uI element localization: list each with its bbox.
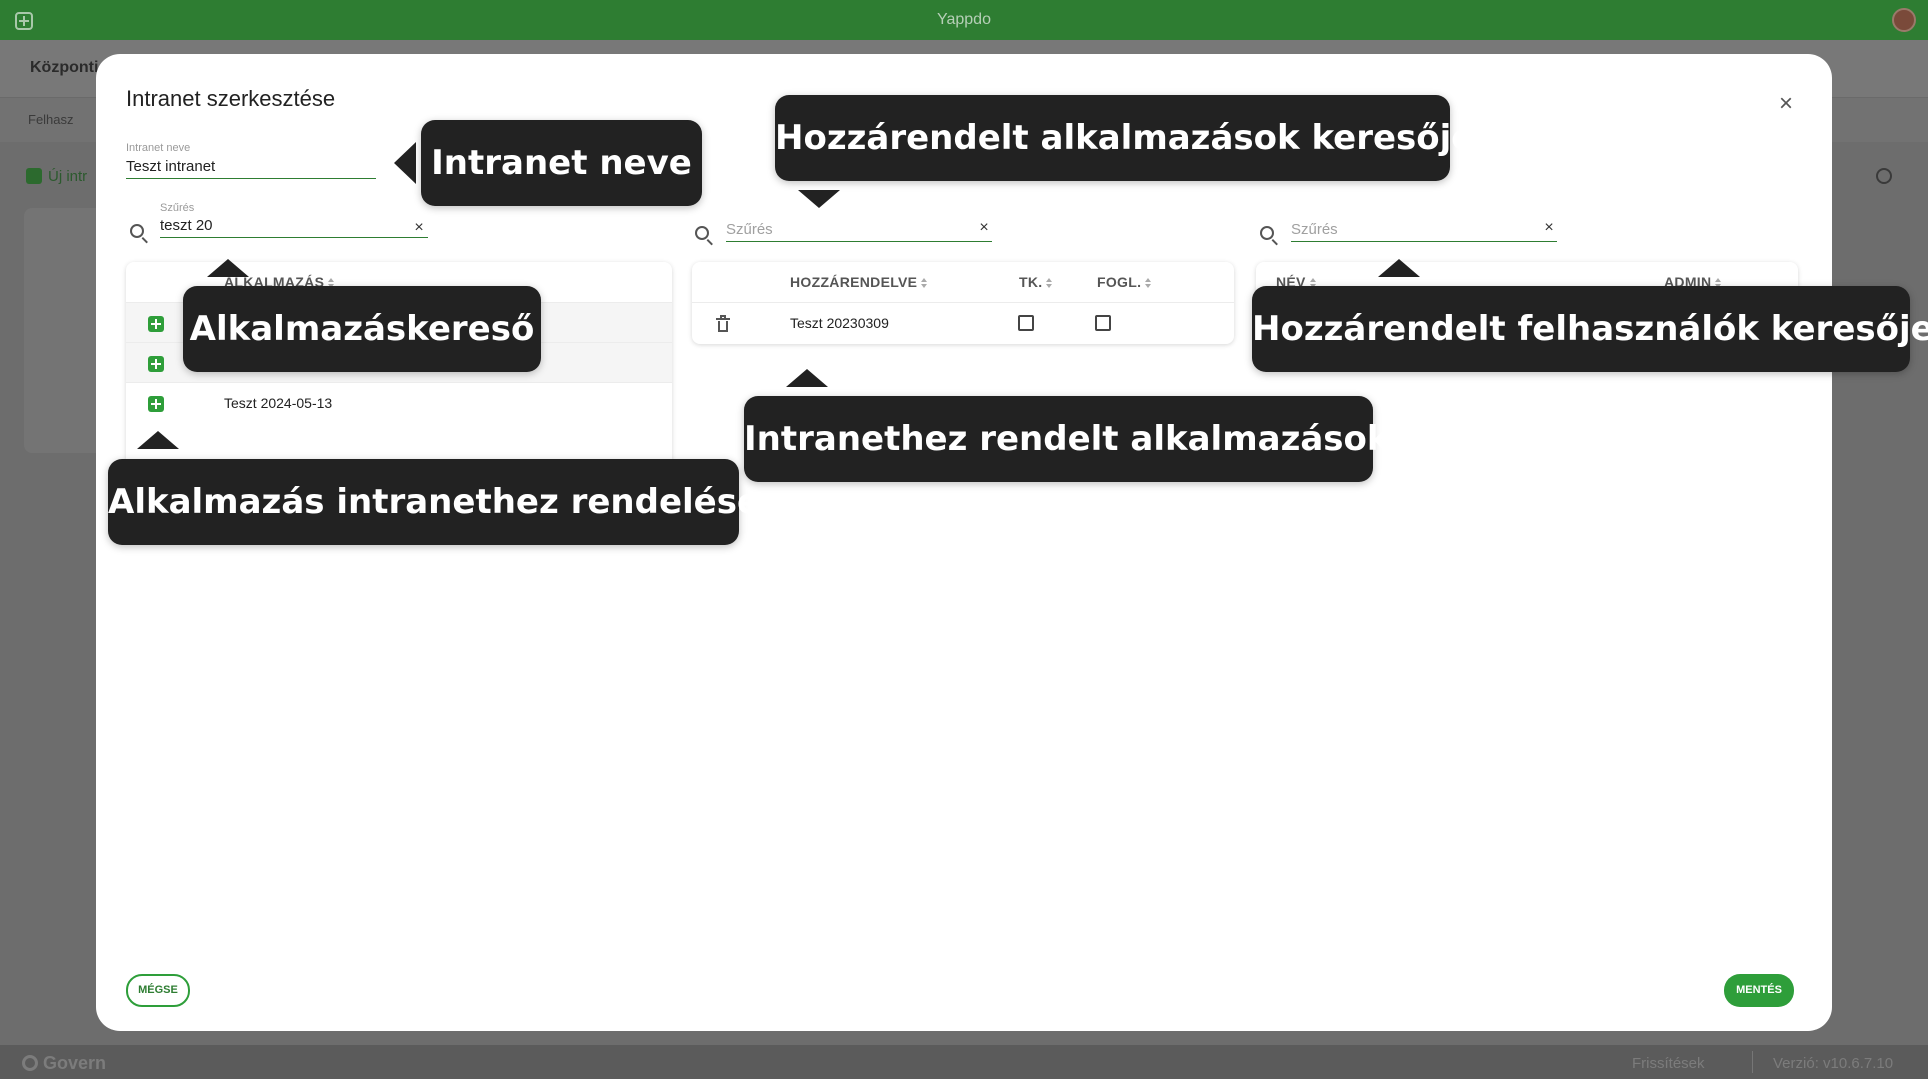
search-icon (130, 224, 144, 238)
callout-arrow (798, 190, 840, 208)
fogl-checkbox[interactable] (1095, 315, 1111, 331)
callout-assign-app: Alkalmazás intranethez rendelése (108, 459, 760, 545)
assigned-apps-search-input[interactable] (726, 218, 992, 242)
column-header-fogl-label: FOGL. (1097, 274, 1142, 290)
column-header-assigned[interactable]: HOZZÁRENDELVE (790, 274, 928, 290)
callout-assigned-users-search: Hozzárendelt felhasználók keresője (1252, 286, 1928, 372)
top-bar: Yappdo (0, 0, 1928, 40)
callout-arrow (137, 431, 179, 449)
app-name: Teszt 2024-05-13 (224, 395, 333, 411)
tk-checkbox[interactable] (1018, 315, 1034, 331)
close-icon[interactable]: × (1774, 92, 1798, 116)
add-icon[interactable] (148, 356, 164, 372)
app-title: Yappdo (937, 11, 991, 28)
callout-arrow (207, 259, 249, 277)
sort-icon (1145, 278, 1152, 288)
apps-search-input[interactable] (160, 214, 428, 238)
save-button[interactable]: MENTÉS (1724, 974, 1794, 1007)
version-label: Verzió: v10.6.7.10 (1773, 1055, 1894, 1072)
cancel-button[interactable]: MÉGSE (126, 974, 190, 1007)
clear-icon[interactable]: × (976, 220, 992, 236)
callout-assigned-apps-search: Hozzárendelt alkalmazások keresője (775, 95, 1474, 181)
callout-arrow (1378, 259, 1420, 277)
callout-arrow (786, 369, 828, 387)
callout-intranet-name: Intranet neve (421, 120, 702, 206)
column-header-assigned-label: HOZZÁRENDELVE (790, 274, 918, 290)
sort-icon (1046, 278, 1053, 288)
avatar[interactable] (1892, 8, 1916, 32)
column-header-fogl[interactable]: FOGL. (1097, 274, 1152, 290)
search-icon (1260, 226, 1274, 240)
trash-icon[interactable] (716, 315, 730, 332)
apps-filter-label: Szűrés (160, 202, 195, 214)
clear-icon[interactable]: × (411, 220, 427, 236)
assigned-app-name: Teszt 20230309 (790, 315, 889, 331)
footer-brand: Govern (22, 1053, 106, 1074)
brand-label: Govern (43, 1053, 107, 1073)
gear-icon (22, 1055, 38, 1071)
callout-assigned-apps: Intranethez rendelt alkalmazások (744, 396, 1390, 482)
background-new-intranet-button: Új intr (26, 168, 87, 185)
intranet-name-input[interactable] (126, 155, 376, 179)
callout-arrow (394, 142, 416, 184)
table-row: Teszt 20230309 (692, 302, 1234, 342)
clear-icon[interactable]: × (1541, 220, 1557, 236)
footer: Govern Frissítések Verzió: v10.6.7.10 (0, 1045, 1928, 1079)
intranet-name-label: Intranet neve (126, 142, 191, 154)
assigned-apps-table: HOZZÁRENDELVE TK. FOGL. Teszt 20230309 (692, 262, 1234, 344)
updates-link: Frissítések (1632, 1055, 1705, 1072)
sort-icon (921, 278, 928, 288)
callout-app-search: Alkalmazáskereső (183, 286, 541, 372)
background-search-icon (1876, 168, 1892, 184)
footer-divider (1752, 1051, 1753, 1073)
search-icon (695, 226, 709, 240)
add-icon[interactable] (148, 396, 164, 412)
add-icon[interactable] (148, 316, 164, 332)
background-new-label: Új intr (48, 168, 88, 185)
table-row: Teszt 2024-05-13 (126, 382, 672, 422)
assigned-users-search-input[interactable] (1291, 218, 1557, 242)
column-header-tk-label: TK. (1019, 274, 1043, 290)
background-page-title: Központi (30, 59, 99, 76)
plus-icon (26, 168, 42, 184)
background-tab-users: Felhasz (28, 112, 74, 127)
column-header-tk[interactable]: TK. (1019, 274, 1053, 290)
dialog-title: Intranet szerkesztése (126, 86, 336, 111)
